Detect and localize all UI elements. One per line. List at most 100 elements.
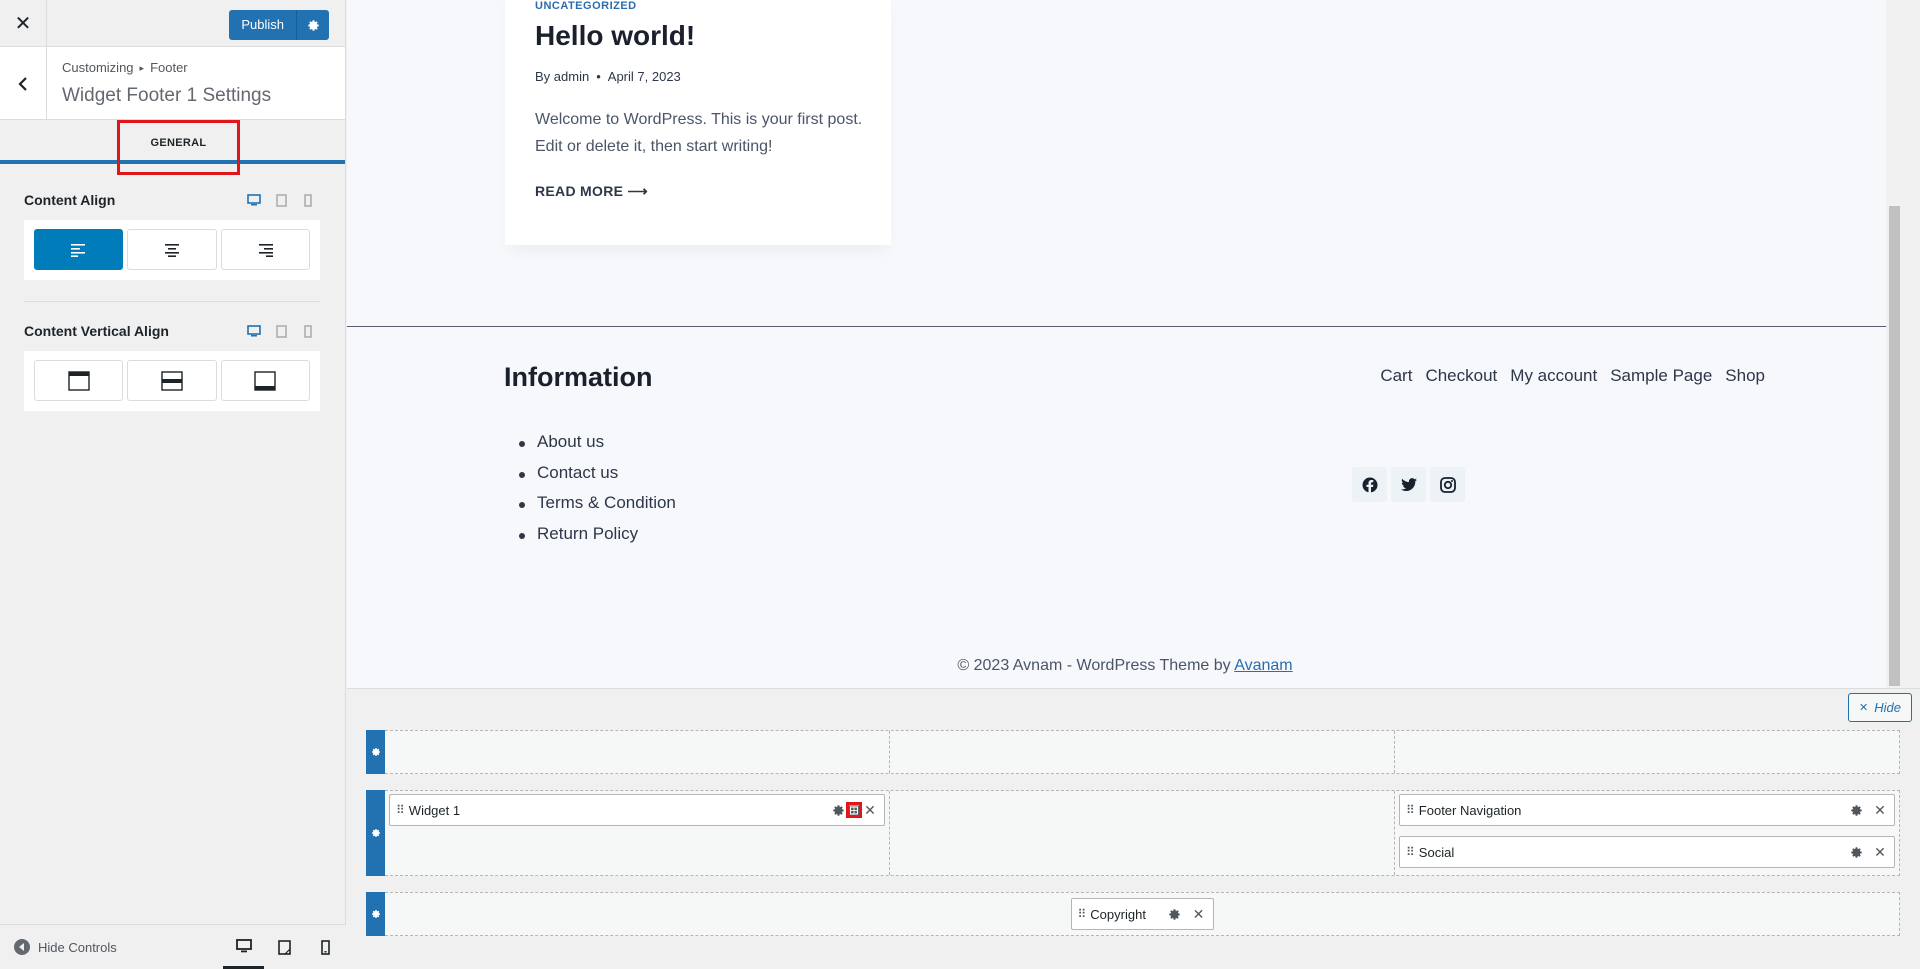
read-more-link[interactable]: READ MORE ⟶ [535, 183, 648, 200]
align-left-button[interactable] [34, 229, 124, 270]
align-top-icon [67, 370, 90, 391]
mobile-icon [321, 940, 330, 955]
item-settings-button[interactable] [830, 802, 846, 818]
row-settings-button[interactable] [366, 730, 385, 774]
align-top-button[interactable] [34, 360, 124, 401]
item-remove-button[interactable]: ✕ [1872, 802, 1888, 818]
post-date: April 7, 2023 [607, 69, 681, 84]
preview-scrollbar[interactable] [1886, 0, 1903, 688]
publish-button[interactable]: Publish [229, 10, 297, 40]
tab-general[interactable]: GENERAL [117, 120, 240, 175]
post-title-link[interactable]: Hello world! [535, 20, 695, 52]
tablet-icon [278, 940, 291, 955]
item-widgets-button[interactable] [846, 802, 862, 818]
builder-item-widget-1[interactable]: ⠿ Widget 1 ✕ [389, 794, 885, 826]
post-author-link[interactable]: admin [554, 69, 589, 84]
preview-desktop-button[interactable] [223, 925, 264, 969]
item-remove-button[interactable]: ✕ [1872, 844, 1888, 860]
align-center-button[interactable] [127, 229, 217, 270]
drag-handle-icon[interactable]: ⠿ [1406, 845, 1415, 859]
item-remove-button[interactable]: ✕ [1191, 906, 1207, 922]
desktop-icon[interactable] [246, 323, 262, 339]
footer-link-return[interactable]: Return Policy [504, 524, 676, 555]
builder-item-copyright[interactable]: ⠿ Copyright ✕ [1070, 898, 1214, 930]
drop-zone-right[interactable]: ⠿ Footer Navigation ✕ ⠿ Social ✕ [1395, 791, 1899, 875]
facebook-icon[interactable] [1352, 467, 1387, 502]
mobile-icon[interactable] [300, 323, 316, 339]
align-bottom-button[interactable] [220, 360, 310, 401]
gear-icon [1850, 804, 1862, 816]
gear-icon [307, 19, 319, 31]
close-icon: ✕ [14, 13, 32, 35]
row-columns: ⠿ Widget 1 ✕ ⠿ Footer Navigation ✕ ⠿ Soc… [385, 790, 1900, 876]
footer-navigation: Cart Checkout My account Sample Page Sho… [1380, 366, 1765, 386]
publish-settings-button[interactable] [297, 10, 329, 40]
row-settings-button[interactable] [366, 892, 385, 936]
tablet-icon[interactable] [273, 323, 289, 339]
gear-icon [1169, 908, 1180, 920]
builder-item-label: Social [1418, 844, 1455, 860]
row-columns: ⠿ Copyright ✕ [385, 892, 1900, 936]
align-middle-button[interactable] [127, 360, 217, 401]
builder-item-footer-navigation[interactable]: ⠿ Footer Navigation ✕ [1399, 794, 1895, 826]
builder-row-top [366, 730, 1900, 774]
builder-item-label: Copyright [1090, 906, 1146, 922]
item-actions: ✕ [830, 795, 878, 825]
back-button[interactable] [0, 47, 47, 120]
drop-zone-left[interactable] [385, 731, 890, 773]
item-settings-button[interactable] [1848, 802, 1864, 818]
footer-nav-shop[interactable]: Shop [1725, 366, 1765, 386]
post-by-label: By [535, 69, 551, 84]
preview-mobile-button[interactable] [305, 925, 346, 969]
scrollbar-thumb[interactable] [1889, 206, 1900, 686]
row-settings-button[interactable] [366, 790, 385, 876]
drag-handle-icon[interactable]: ⠿ [1406, 803, 1415, 817]
instagram-icon[interactable] [1430, 467, 1465, 502]
item-remove-button[interactable]: ✕ [862, 802, 878, 818]
content-align-device-switcher [246, 192, 316, 208]
mobile-icon[interactable] [300, 192, 316, 208]
copyright-link[interactable]: Avanam [1234, 657, 1292, 674]
footer-nav-checkout[interactable]: Checkout [1425, 366, 1497, 386]
tablet-icon[interactable] [273, 192, 289, 208]
item-actions: ✕ [1848, 795, 1888, 825]
desktop-icon[interactable] [246, 192, 262, 208]
preview-tablet-button[interactable] [264, 925, 305, 969]
gear-icon [1850, 846, 1862, 858]
footer-link-contact[interactable]: Contact us [504, 463, 676, 494]
content-vertical-align-device-switcher [246, 323, 316, 339]
chevron-left-icon [18, 76, 27, 91]
align-right-button[interactable] [220, 229, 310, 270]
drop-zone-center[interactable] [890, 791, 1395, 875]
twitter-icon[interactable] [1391, 467, 1426, 502]
drag-handle-icon[interactable]: ⠿ [396, 803, 405, 817]
drag-handle-icon[interactable]: ⠿ [1078, 907, 1087, 921]
tabs-bar: GENERAL [0, 120, 345, 175]
hide-controls-button[interactable]: Hide Controls [14, 939, 117, 955]
footer-link-terms[interactable]: Terms & Condition [504, 493, 676, 524]
builder-item-label: Footer Navigation [1418, 802, 1522, 818]
item-settings-button[interactable] [1848, 844, 1864, 860]
hide-builder-button[interactable]: ✕ Hide [1848, 693, 1912, 722]
sidebar-footer: Hide Controls [0, 924, 346, 969]
footer-nav-sample-page[interactable]: Sample Page [1610, 366, 1712, 386]
drop-zone-center[interactable] [890, 731, 1395, 773]
hide-builder-label: Hide [1874, 700, 1901, 715]
drop-zone-left[interactable]: ⠿ Widget 1 ✕ [385, 791, 890, 875]
align-bottom-icon [254, 370, 277, 391]
hide-controls-label: Hide Controls [38, 939, 117, 955]
close-icon: ✕ [1859, 702, 1869, 714]
drop-zone-right[interactable] [1395, 731, 1899, 773]
post-category-link[interactable]: UNCATEGORIZED [535, 0, 637, 12]
close-customizer-button[interactable]: ✕ [0, 0, 47, 47]
footer-nav-cart[interactable]: Cart [1380, 366, 1412, 386]
footer-nav-my-account[interactable]: My account [1510, 366, 1597, 386]
builder-item-social[interactable]: ⠿ Social ✕ [1399, 836, 1895, 868]
builder-row-middle: ⠿ Widget 1 ✕ ⠿ Footer Navigation ✕ ⠿ Soc… [366, 790, 1900, 876]
footer-social [1352, 467, 1465, 502]
item-settings-button[interactable] [1167, 906, 1183, 922]
section-header: Customizing ▸ Footer Widget Footer 1 Setti… [0, 47, 345, 120]
footer-link-about[interactable]: About us [504, 432, 676, 463]
content-align-options [24, 220, 320, 280]
post-meta: By admin • April 7, 2023 [535, 69, 681, 84]
